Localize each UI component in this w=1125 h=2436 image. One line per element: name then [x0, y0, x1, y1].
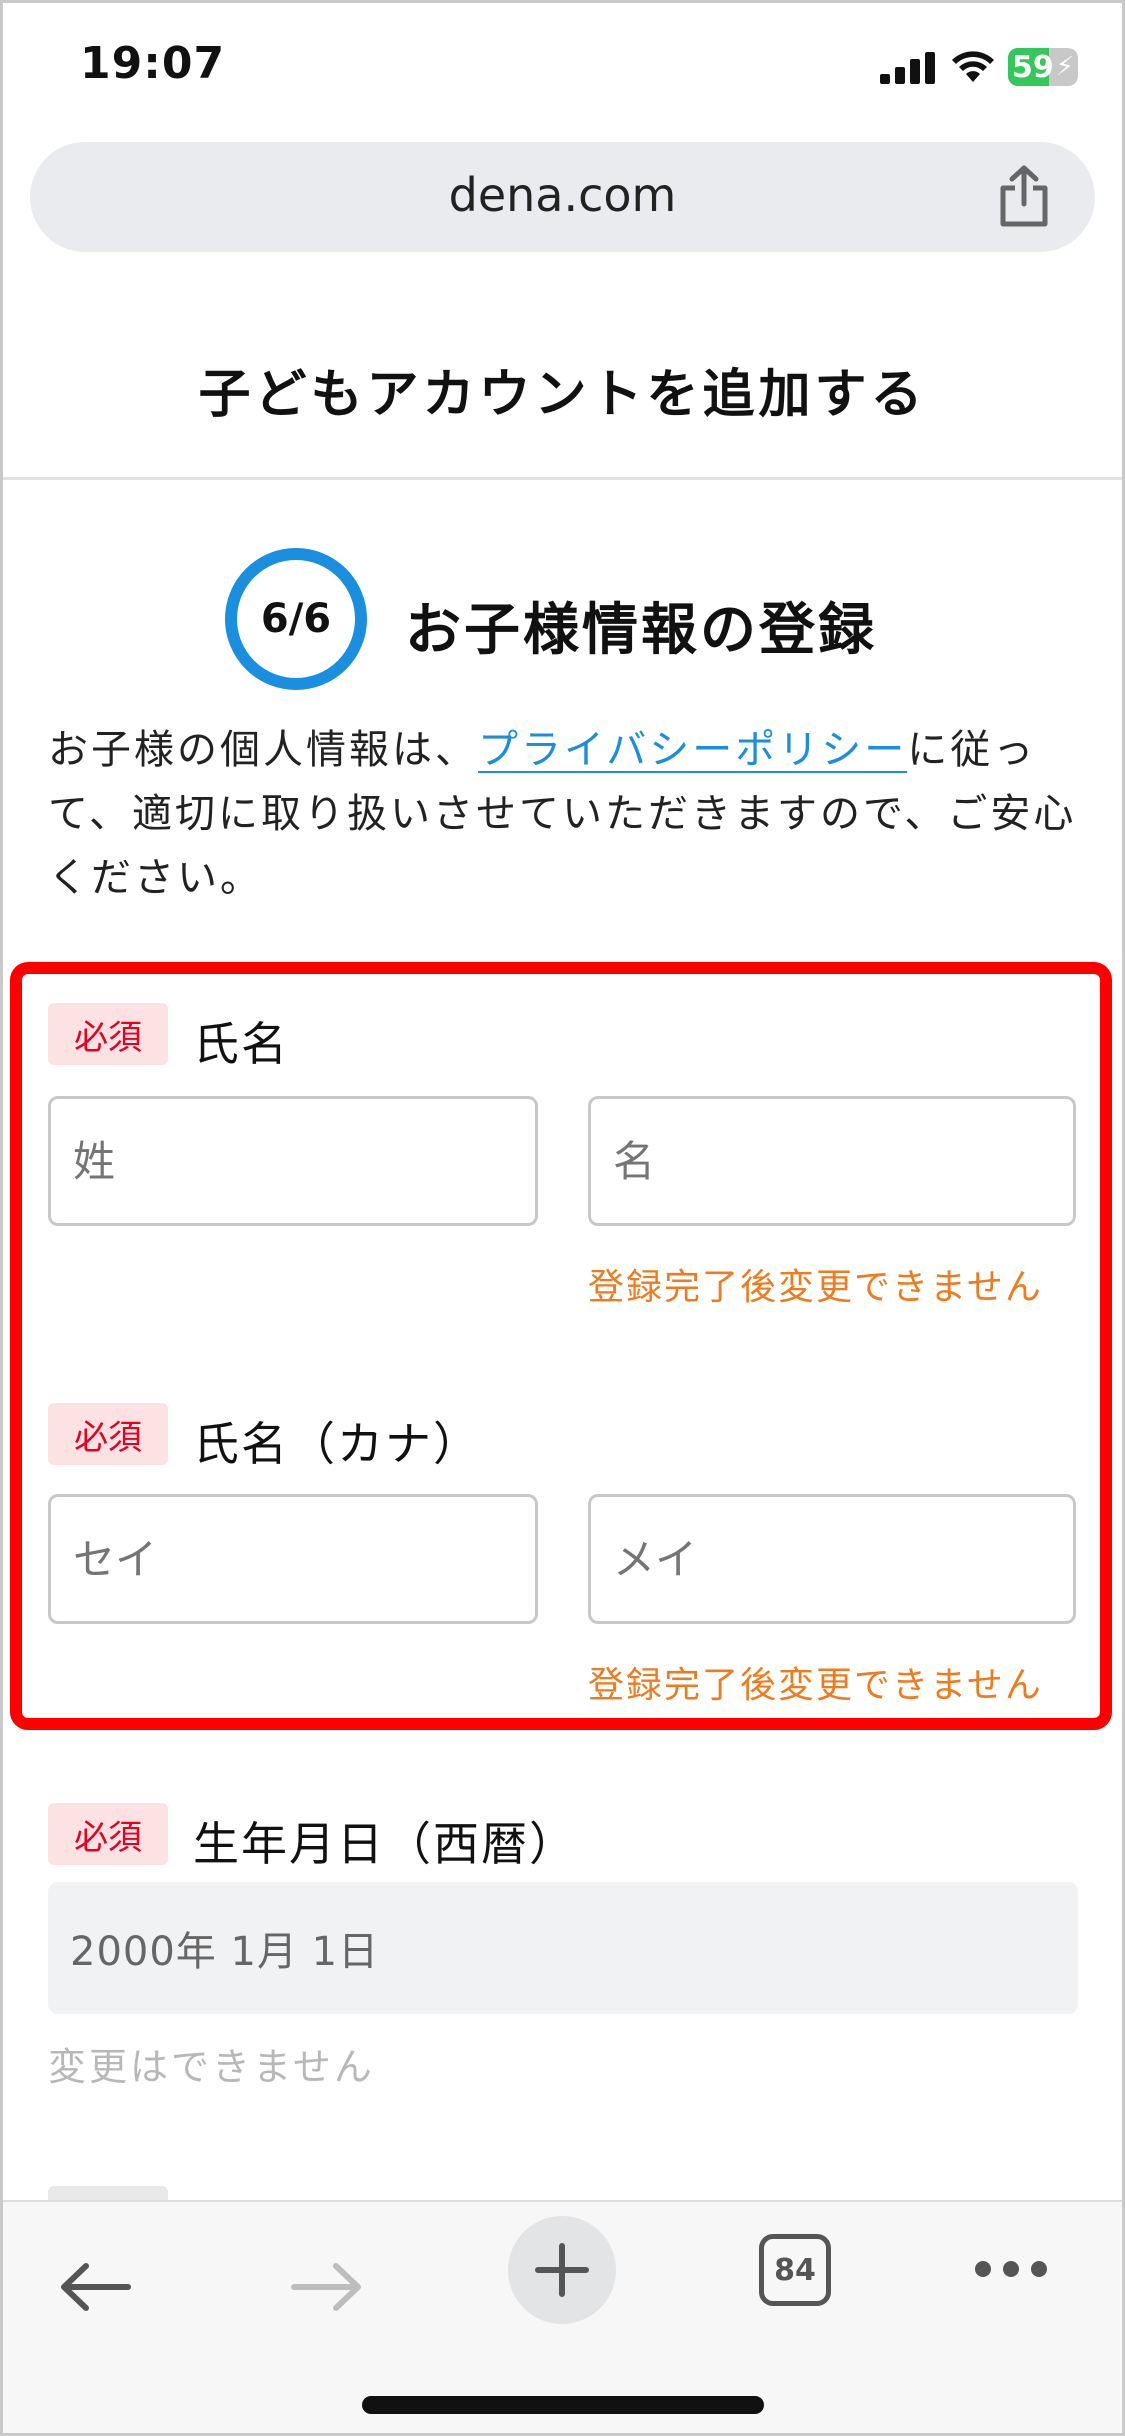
intro-text-before: お子様の個人情報は、 — [48, 727, 478, 773]
home-indicator — [362, 2396, 764, 2414]
last-name-input[interactable] — [48, 1096, 538, 1226]
page-title: 子どもアカウントを追加する — [198, 365, 927, 425]
first-name-input[interactable] — [588, 1096, 1076, 1226]
plus-icon — [535, 2243, 589, 2297]
forward-arrow-icon — [291, 2263, 361, 2311]
back-button[interactable] — [50, 2252, 140, 2322]
last-name-kana-input[interactable] — [48, 1494, 538, 1624]
name-change-note: 登録完了後変更できません — [588, 1267, 1043, 1308]
first-name-kana-input[interactable] — [588, 1494, 1076, 1624]
more-button[interactable] — [966, 2246, 1056, 2292]
battery-percent: 59 — [1012, 50, 1054, 85]
birthdate-field: 2000年 1月 1日 — [48, 1882, 1078, 2014]
url-text[interactable]: dena.com — [30, 168, 1095, 222]
birthdate-label: 生年月日（西暦） — [193, 1817, 577, 1871]
required-badge: 必須 — [48, 1403, 168, 1465]
privacy-intro-text: お子様の個人情報は、プライバシーポリシーに従って、適切に取り扱いさせていただきま… — [48, 718, 1078, 910]
name-label: 氏名 — [193, 1017, 289, 1071]
page-header: 子どもアカウントを追加する — [0, 300, 1125, 480]
required-badge: 必須 — [48, 1003, 168, 1065]
new-tab-button[interactable] — [508, 2216, 616, 2324]
forward-button[interactable] — [282, 2252, 372, 2322]
more-icon — [975, 2261, 1047, 2277]
tab-count: 84 — [774, 2252, 816, 2288]
wifi-icon — [952, 51, 994, 82]
bolt-icon: ⚡ — [1055, 52, 1074, 82]
back-arrow-icon — [61, 2263, 131, 2311]
kana-change-note: 登録完了後変更できません — [588, 1665, 1043, 1706]
section-title: お子様情報の登録 — [405, 598, 877, 663]
share-icon[interactable] — [995, 164, 1053, 228]
status-bar: 19:07 59 ⚡ — [0, 0, 1125, 140]
step-indicator: 6/6 — [225, 548, 367, 690]
birthdate-note: 変更はできません — [48, 2045, 375, 2089]
tabs-icon[interactable]: 84 — [759, 2234, 831, 2306]
required-badge: 必須 — [48, 1803, 168, 1865]
address-bar[interactable]: dena.com — [30, 142, 1095, 252]
kana-label: 氏名（カナ） — [193, 1417, 481, 1471]
cellular-signal-icon — [880, 52, 935, 84]
battery-charging-icon: 59 ⚡ — [1008, 48, 1078, 86]
privacy-policy-link[interactable]: プライバシーポリシー — [478, 727, 907, 773]
status-time: 19:07 — [80, 38, 226, 89]
